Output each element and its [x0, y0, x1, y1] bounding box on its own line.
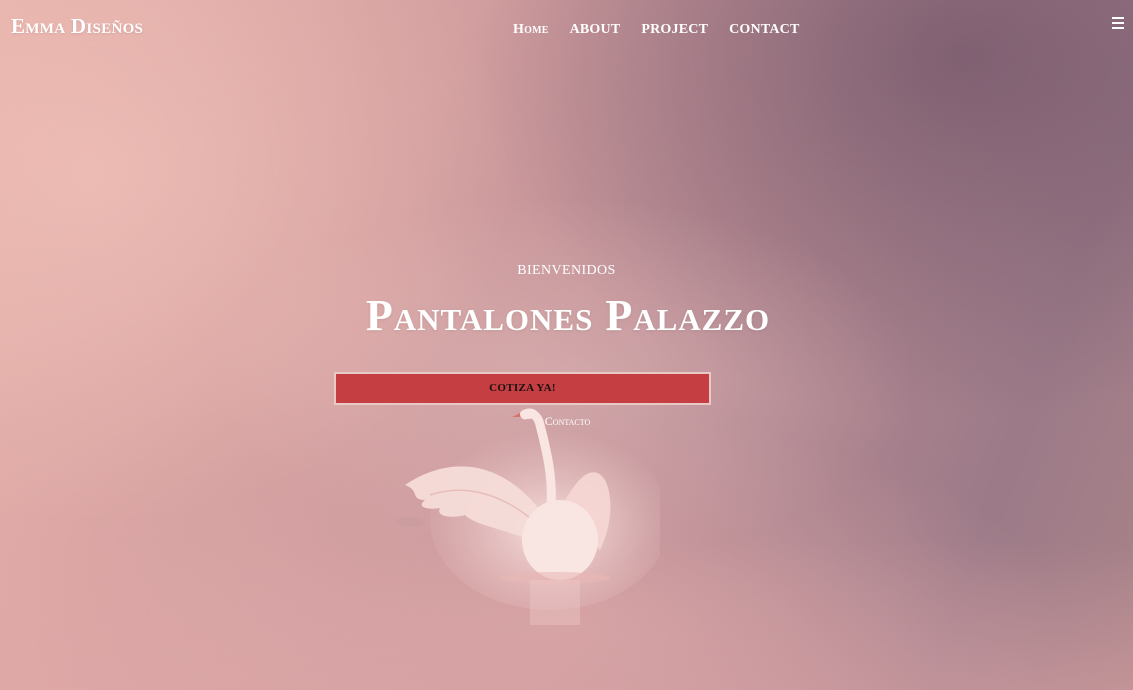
nav-link-contact[interactable]: CONTACT [729, 22, 799, 37]
nav-link-project[interactable]: PROJECT [641, 22, 708, 37]
quote-button[interactable]: COTIZA YA! [334, 372, 711, 405]
nav-item-project: PROJECT [641, 20, 708, 38]
menu-bar [1112, 27, 1124, 29]
nav-item-about: ABOUT [570, 20, 621, 38]
swan-image [396, 408, 660, 625]
contact-link[interactable]: Contacto [0, 414, 1133, 429]
menu-bar [1112, 22, 1124, 24]
hero-title: Pantalones Palazzo [365, 291, 771, 340]
nav-item-home: Home [513, 20, 549, 38]
site-logo[interactable]: Emma Diseños [11, 14, 143, 39]
main-nav: Home ABOUT PROJECT CONTACT [513, 20, 800, 38]
hamburger-menu-icon[interactable] [1112, 17, 1124, 29]
nav-item-contact: CONTACT [729, 20, 799, 38]
hero-subtitle: BIENVENIDOS [517, 263, 616, 278]
nav-link-home[interactable]: Home [513, 22, 549, 37]
menu-bar [1112, 17, 1124, 19]
nav-link-about[interactable]: ABOUT [570, 22, 621, 37]
